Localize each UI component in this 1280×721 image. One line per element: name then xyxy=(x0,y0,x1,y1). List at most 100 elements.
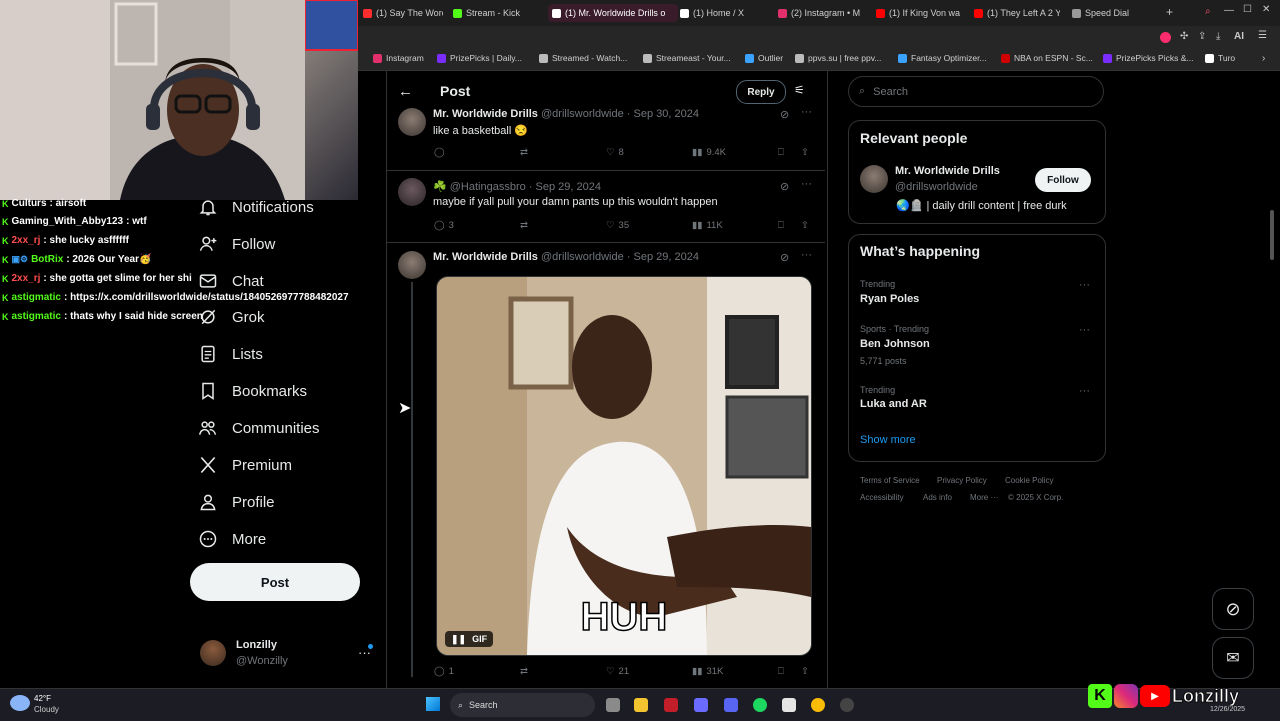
views-action[interactable]: ▮▮ 31K xyxy=(692,666,723,677)
search-tabs-icon[interactable]: ⌕ xyxy=(1205,6,1211,17)
person-name[interactable]: Mr. Worldwide Drills xyxy=(895,165,1000,177)
bookmark-streameast[interactable]: Streameast - Your... xyxy=(643,53,731,63)
repost-action[interactable]: ⇄ xyxy=(520,147,528,158)
nav-lists[interactable]: Lists xyxy=(198,340,263,368)
bookmark-action[interactable]: ⎕ xyxy=(778,220,784,231)
windows-start-icon[interactable] xyxy=(426,697,440,711)
follow-button[interactable]: Follow xyxy=(1035,168,1091,192)
file-explorer-icon[interactable] xyxy=(634,698,648,712)
minimize-icon[interactable]: — xyxy=(1224,5,1234,16)
footer-more[interactable]: More ··· xyxy=(970,493,998,502)
capcut-icon[interactable] xyxy=(782,698,796,712)
bookmark-turo[interactable]: Turo xyxy=(1205,53,1235,63)
bookmark-action[interactable]: ⎕ xyxy=(778,147,784,158)
spotify-icon[interactable] xyxy=(753,698,767,712)
maximize-icon[interactable]: ☐ xyxy=(1243,4,1252,15)
tab-home-x[interactable]: (1) Home / X xyxy=(680,4,760,22)
like-action[interactable]: ♡ 35 xyxy=(606,220,629,231)
new-tab-icon[interactable]: + xyxy=(1166,5,1173,19)
grok-icon[interactable]: ⊘ xyxy=(780,251,789,264)
nav-communities[interactable]: Communities xyxy=(198,414,320,442)
reply-button[interactable]: Reply xyxy=(736,80,786,104)
back-arrow-icon[interactable]: ← xyxy=(398,83,413,100)
tweet-avatar[interactable] xyxy=(398,108,426,136)
trend-title[interactable]: Ryan Poles xyxy=(860,293,919,305)
trend-title[interactable]: Ben Johnson xyxy=(860,338,930,350)
close-window-icon[interactable]: ✕ xyxy=(1262,4,1270,15)
trend-more-icon[interactable]: ··· xyxy=(1079,324,1090,336)
grok-float-button[interactable]: ⊘ xyxy=(1212,588,1254,630)
tab-instagram[interactable]: (2) Instagram • M xyxy=(778,4,863,22)
nav-bookmarks[interactable]: Bookmarks xyxy=(198,377,307,405)
obs-icon[interactable] xyxy=(840,698,854,712)
footer-terms[interactable]: Terms of Service xyxy=(860,476,920,485)
trend-more-icon[interactable]: ··· xyxy=(1079,279,1090,291)
reply-action[interactable]: ◯ 1 xyxy=(434,666,454,677)
show-more-link[interactable]: Show more xyxy=(860,434,916,446)
puzzle-icon[interactable]: ✣ xyxy=(1180,31,1188,42)
tweet-avatar[interactable] xyxy=(398,251,426,279)
nav-grok[interactable]: Grok xyxy=(198,303,265,331)
bookmark-instagram[interactable]: Instagram xyxy=(373,53,424,63)
share-action[interactable]: ⇧ xyxy=(801,220,809,231)
scrollbar-thumb[interactable] xyxy=(1270,210,1274,260)
like-action[interactable]: ♡ 21 xyxy=(606,666,629,677)
tab-say-the-word[interactable]: (1) Say The Word xyxy=(363,4,443,22)
tab-kick-stream[interactable]: Stream - Kick xyxy=(453,4,533,22)
nav-profile[interactable]: Profile xyxy=(198,488,275,516)
nav-more[interactable]: More xyxy=(198,525,266,553)
gif-badge[interactable]: ❚❚ GIF xyxy=(445,631,494,647)
tab-speed-dial[interactable]: Speed Dial xyxy=(1072,4,1152,22)
download-icon[interactable]: ⤓ xyxy=(1216,31,1220,42)
tweet-gif[interactable]: HUH ❚❚ GIF xyxy=(436,276,812,656)
share-action[interactable]: ⇧ xyxy=(801,147,809,158)
bookmark-streamed[interactable]: Streamed - Watch... xyxy=(539,53,627,63)
nav-premium[interactable]: Premium xyxy=(198,451,292,479)
more-icon[interactable]: ··· xyxy=(801,106,812,118)
footer-accessibility[interactable]: Accessibility xyxy=(860,493,904,502)
opera-icon[interactable] xyxy=(664,698,678,712)
like-action[interactable]: ♡ 8 xyxy=(606,147,624,158)
share-icon[interactable]: ⇪ xyxy=(1198,31,1206,42)
bookmark-outlier[interactable]: Outlier xyxy=(745,53,783,63)
account-avatar[interactable] xyxy=(200,640,226,666)
repost-action[interactable]: ⇄ xyxy=(520,666,528,677)
grok-icon[interactable]: ⊘ xyxy=(780,108,789,121)
weather-temp[interactable]: 42°F xyxy=(34,694,51,703)
person-avatar[interactable] xyxy=(860,165,888,193)
chevron-right-icon[interactable]: › xyxy=(1262,53,1265,64)
menu-icon[interactable]: ☰ xyxy=(1258,30,1267,41)
nav-notifications[interactable]: Notifications xyxy=(198,193,314,221)
bookmark-prizepicks-picks[interactable]: PrizePicks Picks &... xyxy=(1103,53,1193,63)
copilot-icon[interactable] xyxy=(694,698,708,712)
filter-icon[interactable]: ⚟ xyxy=(794,83,805,97)
taskbar-search[interactable]: ⌕ Search xyxy=(450,693,595,717)
footer-ads-info[interactable]: Ads info xyxy=(923,493,952,502)
reply-action[interactable]: ◯ xyxy=(434,147,445,158)
grok-icon[interactable]: ⊘ xyxy=(780,180,789,193)
bookmark-nba-espn[interactable]: NBA on ESPN - Sc... xyxy=(1001,53,1093,63)
footer-cookie[interactable]: Cookie Policy xyxy=(1005,476,1053,485)
nav-chat[interactable]: Chat xyxy=(198,267,264,295)
messages-float-button[interactable]: ✉ xyxy=(1212,637,1254,679)
nav-follow[interactable]: Follow xyxy=(198,230,275,258)
bookmark-prizepicks[interactable]: PrizePicks | Daily... xyxy=(437,53,522,63)
tab-mr-worldwide-drills[interactable]: (1) Mr. Worldwide Drills o xyxy=(548,4,678,22)
post-button[interactable]: Post xyxy=(190,563,360,601)
search-input[interactable]: ⌕ Search xyxy=(848,76,1104,107)
tweet-avatar[interactable] xyxy=(398,178,426,206)
more-icon[interactable]: ··· xyxy=(801,178,812,190)
discord-icon[interactable] xyxy=(724,698,738,712)
share-action[interactable]: ⇧ xyxy=(801,666,809,677)
person-handle[interactable]: @drillsworldwide xyxy=(895,181,978,193)
weather-desc[interactable]: Cloudy xyxy=(34,705,59,714)
more-icon[interactable]: ··· xyxy=(801,249,812,261)
bookmark-fantasy-optimizer[interactable]: Fantasy Optimizer... xyxy=(898,53,987,63)
extension-icon[interactable] xyxy=(1160,32,1171,43)
bookmark-ppvs[interactable]: ppvs.su | free ppv... xyxy=(795,53,881,63)
tab-king-von[interactable]: (1) If King Von wa xyxy=(876,4,962,22)
bookmark-action[interactable]: ⎕ xyxy=(778,666,784,677)
footer-privacy[interactable]: Privacy Policy xyxy=(937,476,987,485)
trend-title[interactable]: Luka and AR xyxy=(860,398,927,410)
views-action[interactable]: ▮▮ 9.4K xyxy=(692,147,726,158)
